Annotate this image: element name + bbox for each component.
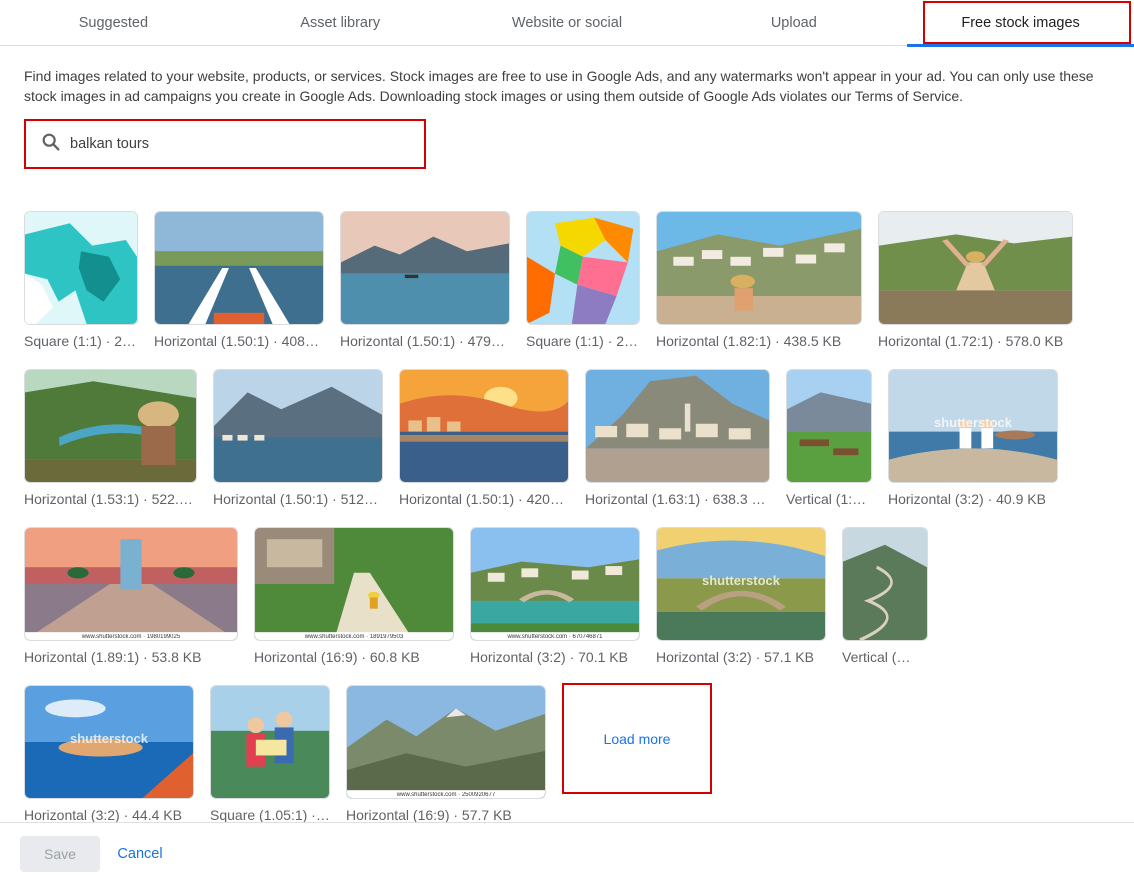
image-caption: Horizontal (1.89:1) · 53.8 KB — [24, 649, 202, 665]
stock-image-tile[interactable]: www.shutterstock.com · 1891979503 Horizon… — [254, 527, 454, 671]
stock-image-thumbnail[interactable] — [210, 685, 330, 799]
stock-image-thumbnail[interactable] — [340, 211, 510, 325]
stock-image-thumbnail[interactable]: www.shutterstock.com · 1891979503 — [254, 527, 454, 641]
stock-image-thumbnail[interactable] — [526, 211, 640, 325]
image-caption: Horizontal (1.50:1) · 479… — [340, 333, 505, 349]
stock-image-tile[interactable]: shutterstock Horizontal (3:2) · 57.1 KB — [656, 527, 826, 671]
tab-upload[interactable]: Upload — [680, 0, 907, 46]
stock-image-tile[interactable]: www.shutterstock.com · 1980199025 Horizon… — [24, 527, 238, 671]
stock-image-tile[interactable]: Horizontal (1.50:1) · 479… — [340, 211, 510, 355]
stock-image-thumbnail[interactable] — [878, 211, 1073, 325]
stock-image-tile[interactable]: Square (1:1) · 2… — [526, 211, 640, 355]
stock-image-thumbnail[interactable] — [399, 369, 569, 483]
cancel-button[interactable]: Cancel — [106, 836, 174, 872]
stock-image-thumbnail[interactable] — [213, 369, 383, 483]
shutterstock-watermark: www.shutterstock.com · 1891979503 — [304, 634, 404, 640]
stock-image-tile[interactable]: Horizontal (1.50:1) · 420… — [399, 369, 569, 513]
tab-bar: Suggested Asset library Website or socia… — [0, 0, 1134, 47]
stock-image-tile[interactable]: www.shutterstock.com · 670746871 Horizont… — [470, 527, 640, 671]
image-caption: Horizontal (1.63:1) · 638.3 … — [585, 491, 766, 507]
stock-image-thumbnail[interactable] — [154, 211, 324, 325]
image-caption: Square (1.05:1) · … — [210, 807, 330, 823]
image-caption: Horizontal (1.50:1) · 420… — [399, 491, 564, 507]
image-caption: Horizontal (16:9) · 57.7 KB — [346, 807, 512, 823]
stock-image-tile[interactable]: Square (1:1) · 2… — [24, 211, 138, 355]
image-caption: Vertical (1:… — [786, 491, 867, 507]
stock-image-tile[interactable]: shutterstock Horizontal (3:2) · 40.9 KB — [888, 369, 1058, 513]
image-caption: Square (1:1) · 2… — [24, 333, 137, 349]
image-caption: Horizontal (3:2) · 57.1 KB — [656, 649, 814, 665]
stock-image-tile[interactable]: Vertical (1:… — [786, 369, 872, 513]
image-caption: Horizontal (1.50:1) · 408… — [154, 333, 319, 349]
stock-image-tile[interactable]: Horizontal (1.72:1) · 578.0 KB — [878, 211, 1073, 355]
image-caption: Horizontal (3:2) · 44.4 KB — [24, 807, 182, 823]
image-caption: Horizontal (1.72:1) · 578.0 KB — [878, 333, 1064, 349]
stock-image-thumbnail[interactable] — [842, 527, 928, 641]
stock-image-tile[interactable]: shutterstock Horizontal (3:2) · 44.4 KB — [24, 685, 194, 829]
stock-image-tile[interactable]: Horizontal (1.63:1) · 638.3 … — [585, 369, 770, 513]
footer-bar: Save Cancel — [0, 822, 1134, 875]
tab-website-or-social[interactable]: Website or social — [454, 0, 681, 46]
search-icon — [40, 131, 62, 158]
stock-image-tile[interactable]: Horizontal (1.50:1) · 512… — [213, 369, 383, 513]
search-input[interactable] — [70, 136, 390, 152]
image-caption: Vertical (… — [842, 649, 911, 665]
stock-image-thumbnail[interactable] — [24, 369, 197, 483]
image-caption: Horizontal (1.50:1) · 512… — [213, 491, 378, 507]
stock-image-tile[interactable]: Square (1.05:1) · … — [210, 685, 330, 829]
stock-image-tile[interactable]: Horizontal (1.53:1) · 522.… — [24, 369, 197, 513]
shutterstock-watermark: www.shutterstock.com · 2500920677 — [396, 792, 496, 798]
stock-image-tile[interactable]: Vertical (… — [842, 527, 928, 671]
image-caption: Horizontal (3:2) · 70.1 KB — [470, 649, 628, 665]
search-box — [24, 119, 426, 169]
stock-image-tile[interactable]: Horizontal (1.82:1) · 438.5 KB — [656, 211, 862, 355]
stock-images-description: Find images related to your website, pro… — [24, 68, 1094, 104]
tab-suggested[interactable]: Suggested — [0, 0, 227, 46]
stock-image-tile[interactable]: Horizontal (1.50:1) · 408… — [154, 211, 324, 355]
stock-image-thumbnail[interactable] — [585, 369, 770, 483]
image-caption: Horizontal (3:2) · 40.9 KB — [888, 491, 1046, 507]
shutterstock-watermark: shutterstock — [933, 414, 1013, 430]
tab-free-stock-images[interactable]: Free stock images — [907, 0, 1134, 47]
image-caption: Horizontal (1.53:1) · 522.… — [24, 491, 193, 507]
image-caption: Horizontal (16:9) · 60.8 KB — [254, 649, 420, 665]
save-button[interactable]: Save — [20, 836, 100, 872]
shutterstock-watermark: shutterstock — [701, 572, 781, 588]
stock-image-thumbnail[interactable]: shutterstock — [656, 527, 826, 641]
stock-image-thumbnail[interactable]: www.shutterstock.com · 670746871 — [470, 527, 640, 641]
stock-image-tile[interactable]: www.shutterstock.com · 2500920677 Horizon… — [346, 685, 546, 829]
stock-image-thumbnail[interactable]: shutterstock — [888, 369, 1058, 483]
stock-image-thumbnail[interactable]: www.shutterstock.com · 2500920677 — [346, 685, 546, 799]
image-caption: Horizontal (1.82:1) · 438.5 KB — [656, 333, 842, 349]
tab-asset-library[interactable]: Asset library — [227, 0, 454, 46]
load-more-button[interactable]: Load more — [562, 683, 712, 794]
stock-image-thumbnail[interactable]: shutterstock — [24, 685, 194, 799]
stock-image-thumbnail[interactable] — [786, 369, 872, 483]
stock-image-thumbnail[interactable] — [656, 211, 862, 325]
shutterstock-watermark: www.shutterstock.com · 1980199025 — [81, 634, 181, 640]
image-caption: Square (1:1) · 2… — [526, 333, 639, 349]
shutterstock-watermark: shutterstock — [69, 730, 149, 746]
stock-image-thumbnail[interactable]: www.shutterstock.com · 1980199025 — [24, 527, 238, 641]
stock-image-thumbnail[interactable] — [24, 211, 138, 325]
shutterstock-watermark: www.shutterstock.com · 670746871 — [507, 634, 603, 640]
